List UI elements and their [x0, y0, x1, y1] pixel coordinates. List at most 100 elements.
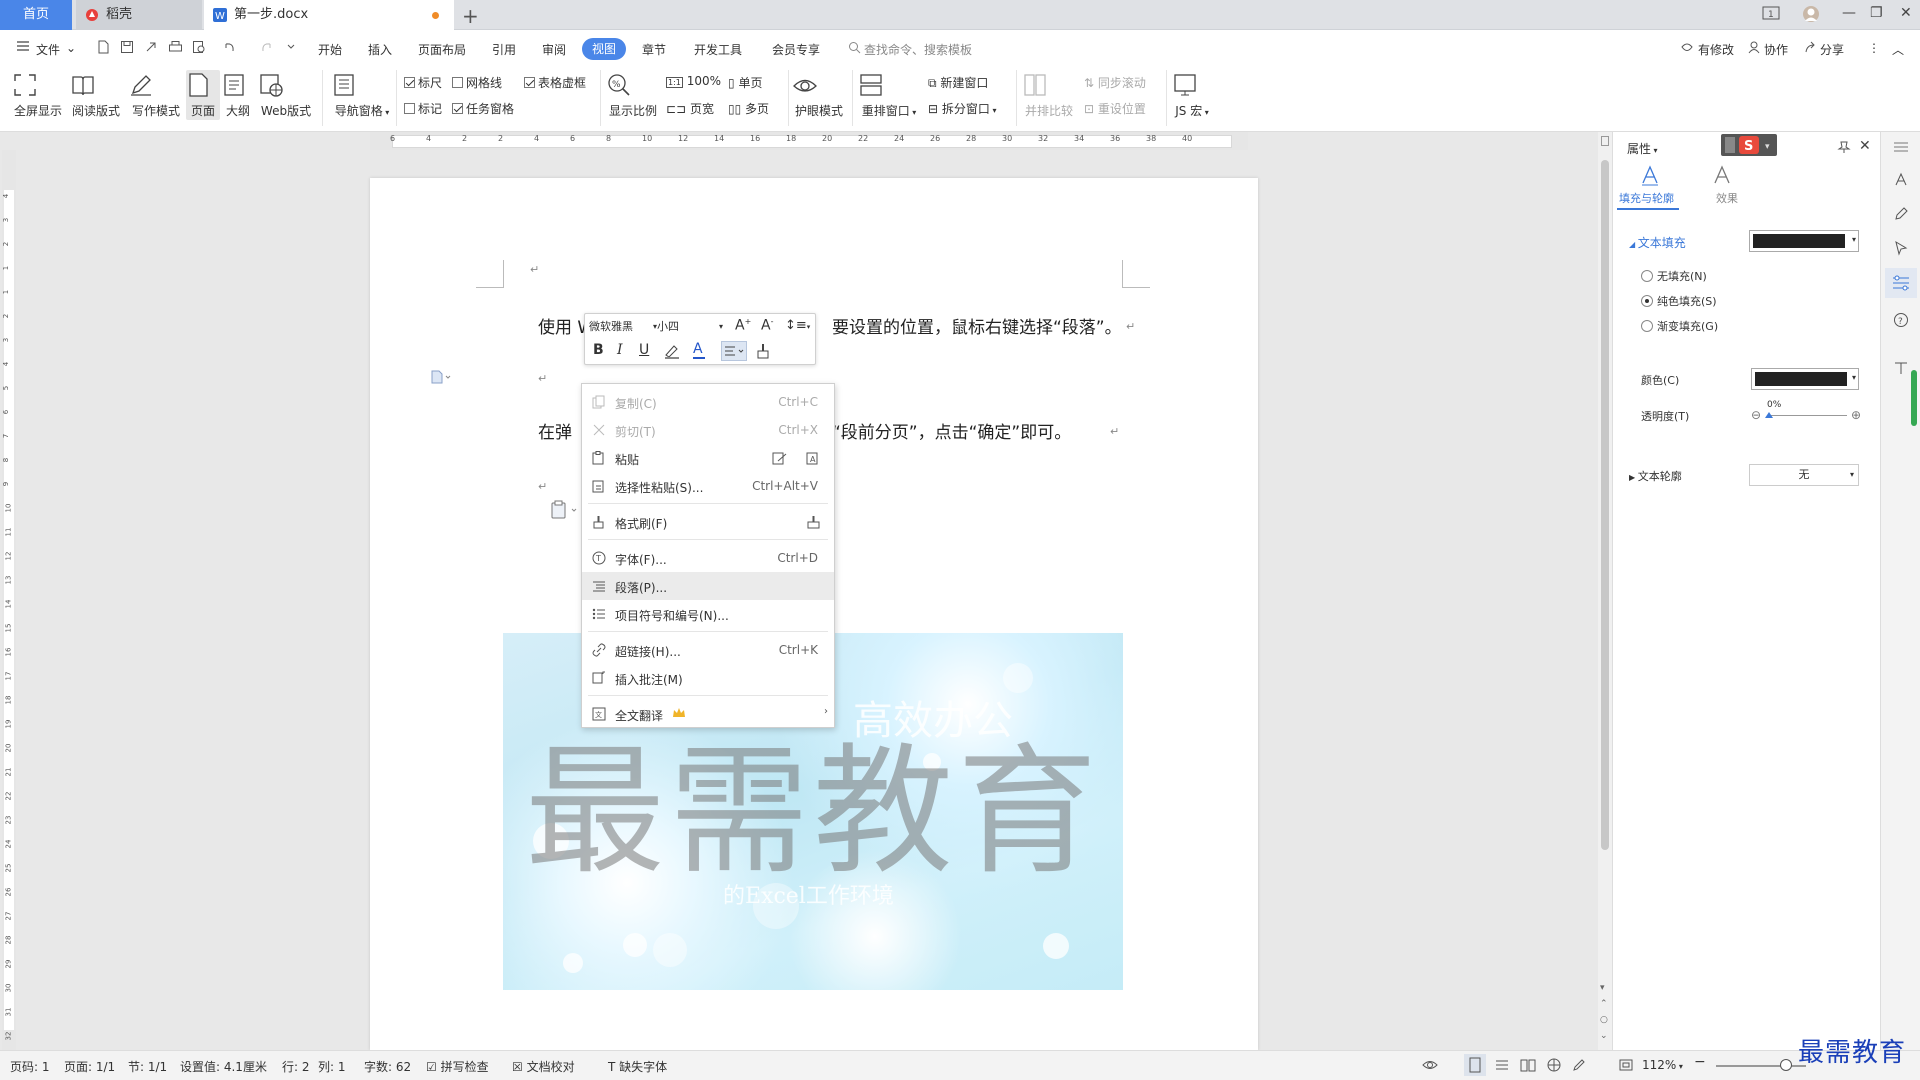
table-frame-checkbox[interactable]: 表格虚框 — [524, 74, 586, 91]
menu-item-paste[interactable]: 粘贴 A — [582, 444, 834, 472]
rearrange-window-button[interactable]: 重排窗口 ▾ — [858, 72, 920, 119]
wps-s-logo[interactable]: S ▾ — [1721, 134, 1777, 156]
split-handle-icon[interactable] — [1601, 136, 1609, 146]
tab-effect[interactable]: 效果 — [1716, 190, 1738, 206]
eye-protect-button[interactable]: 护眼模式 — [792, 72, 846, 119]
menu-insert[interactable]: 插入 — [368, 41, 392, 58]
new-tab-button[interactable]: + — [462, 4, 479, 28]
menu-item-hyperlink[interactable]: 超链接(H)... Ctrl+K — [582, 636, 834, 664]
tab-home[interactable]: 首页 — [0, 0, 72, 30]
more-icon[interactable] — [1893, 140, 1909, 154]
tab-fill-outline[interactable]: 填充与轮廓 — [1619, 190, 1674, 206]
print-icon[interactable] — [168, 40, 183, 54]
menu-item-copy[interactable]: 复制(C) Ctrl+C — [582, 388, 834, 416]
collab-button[interactable]: 协作 — [1764, 41, 1788, 58]
body-text-line-1b[interactable]: 要设置的位置，鼠标右键选择“段落”。 — [832, 313, 1122, 338]
zoom-slider[interactable] — [1716, 1065, 1806, 1067]
menu-chapter[interactable]: 章节 — [642, 41, 666, 58]
collapse-ribbon-icon[interactable]: ︿ — [1892, 41, 1904, 58]
italic-icon[interactable]: I — [617, 342, 623, 358]
menu-member[interactable]: 会员专享 — [772, 41, 820, 58]
tab-straw[interactable]: 稻壳 — [76, 0, 202, 30]
paste-options-icon[interactable] — [550, 500, 580, 520]
chevron-down-icon[interactable]: ⌄ — [66, 41, 76, 55]
menu-reference[interactable]: 引用 — [492, 41, 516, 58]
text-fill-section[interactable]: ◢ 文本填充 — [1629, 234, 1686, 251]
text-tool-icon[interactable] — [1893, 360, 1909, 376]
read-mode-button[interactable]: 阅读版式 — [70, 72, 122, 119]
minimize-button[interactable]: — — [1842, 5, 1856, 21]
solid-fill-radio[interactable]: 纯色填充(S) — [1641, 293, 1717, 309]
new-window-button[interactable]: ⧉ 新建窗口 — [928, 74, 988, 91]
select-cursor-icon[interactable] — [1893, 240, 1909, 256]
menu-item-format-painter[interactable]: 格式刷(F) — [582, 508, 834, 536]
format-painter-lock-icon[interactable] — [806, 515, 822, 529]
horizontal-ruler[interactable]: 6 4 2 2 4 6 8 10 12 14 16 18 20 22 24 26 28 30 32 34 36 38 40 — [370, 132, 1248, 150]
redo-icon[interactable] — [260, 40, 274, 54]
web-mode-button[interactable]: Web版式 — [258, 72, 314, 119]
write-mode-button[interactable]: 写作模式 — [128, 72, 184, 119]
outline-button[interactable]: 大纲 — [222, 72, 254, 119]
fullscreen-button[interactable]: 全屏显示 — [12, 72, 64, 119]
single-page-button[interactable]: ▯ 单页 — [728, 74, 762, 91]
new-doc-icon[interactable] — [96, 40, 110, 54]
menu-item-font[interactable]: T 字体(F)... Ctrl+D — [582, 544, 834, 572]
tile-windows-icon[interactable]: 1 — [1762, 5, 1780, 21]
gridline-checkbox[interactable]: 网格线 — [452, 74, 502, 91]
sync-scroll-button[interactable]: ⇅ 同步滚动 — [1084, 74, 1146, 91]
text-fill-color-picker[interactable]: ▾ — [1749, 230, 1859, 252]
restore-button[interactable]: ❐ — [1870, 5, 1883, 21]
text-outline-section[interactable]: ▶ 文本轮廓 — [1629, 468, 1682, 484]
menu-icon[interactable] — [16, 40, 30, 52]
more-options-icon[interactable]: ⋮ — [1868, 41, 1880, 55]
shrink-font-icon[interactable]: A- — [761, 317, 773, 334]
close-panel-icon[interactable]: ✕ — [1859, 138, 1871, 154]
ruler-checkbox[interactable]: 标尺 — [404, 74, 442, 91]
zoom-out-button[interactable]: − — [1694, 1054, 1706, 1070]
save-icon[interactable] — [120, 40, 134, 54]
line-spacing-icon[interactable]: ↕≡▾ — [785, 318, 810, 333]
body-text-line-2a[interactable]: 在弹 — [538, 418, 572, 443]
nav-pane-button[interactable]: 导航窗格 ▾ — [332, 72, 392, 119]
status-outline-view-icon[interactable] — [1494, 1058, 1510, 1072]
has-modify-button[interactable]: 有修改 — [1698, 41, 1734, 58]
body-text-line-2b[interactable]: “段前分页”，点击“确定”即可。 — [832, 418, 1071, 443]
task-pane-checkbox[interactable]: 任务窗格 — [452, 100, 514, 117]
split-window-button[interactable]: ⊟ 拆分窗口 ▾ — [928, 100, 996, 117]
search-input[interactable]: 查找命令、搜索模板 — [864, 41, 972, 58]
transparency-increase-icon[interactable]: ⊕ — [1851, 408, 1861, 422]
status-page-view-icon[interactable] — [1464, 1054, 1486, 1076]
paste-keep-format-icon[interactable] — [772, 451, 788, 465]
menu-file[interactable]: 文件 — [36, 41, 60, 58]
menu-page-layout[interactable]: 页面布局 — [418, 41, 466, 58]
vertical-scrollbar[interactable]: ▾ ⌃ ○ ⌄ — [1598, 132, 1612, 1050]
close-window-button[interactable]: ✕ — [1900, 5, 1912, 21]
status-web-view-icon[interactable] — [1546, 1058, 1562, 1072]
multi-page-button[interactable]: ▯▯ 多页 — [728, 100, 769, 117]
scrollbar-thumb[interactable] — [1601, 160, 1609, 850]
undo-icon[interactable] — [222, 40, 236, 54]
export-icon[interactable] — [144, 40, 158, 54]
font-color-icon[interactable]: A — [693, 341, 705, 359]
zoom-button[interactable]: % 显示比例 — [606, 72, 660, 119]
page-mode-button[interactable]: 页面 — [186, 70, 220, 120]
status-section[interactable]: 节: 1/1 — [128, 1058, 167, 1075]
paste-text-only-icon[interactable]: A — [806, 451, 822, 465]
mark-checkbox[interactable]: 标记 — [404, 100, 442, 117]
status-row[interactable]: 行: 2 — [282, 1058, 310, 1075]
menu-developer[interactable]: 开发工具 — [694, 41, 742, 58]
avatar[interactable] — [1802, 5, 1820, 23]
paragraph-layout-icon[interactable] — [430, 370, 452, 384]
status-page-number[interactable]: 页码: 1 — [10, 1058, 50, 1075]
status-read-view-icon[interactable] — [1520, 1058, 1536, 1072]
quick-access-more-icon[interactable] — [286, 40, 296, 54]
status-col[interactable]: 列: 1 — [318, 1058, 346, 1075]
style-icon[interactable] — [1893, 172, 1909, 188]
color-picker[interactable]: ▾ — [1751, 368, 1859, 390]
status-setting[interactable]: 设置值: 4.1厘米 — [180, 1058, 267, 1075]
menu-review[interactable]: 审阅 — [542, 41, 566, 58]
status-write-view-icon[interactable] — [1572, 1058, 1588, 1072]
print-preview-icon[interactable] — [192, 40, 206, 54]
spell-check-button[interactable]: ☑ 拼写检查 — [426, 1058, 489, 1075]
menu-start[interactable]: 开始 — [318, 41, 342, 58]
